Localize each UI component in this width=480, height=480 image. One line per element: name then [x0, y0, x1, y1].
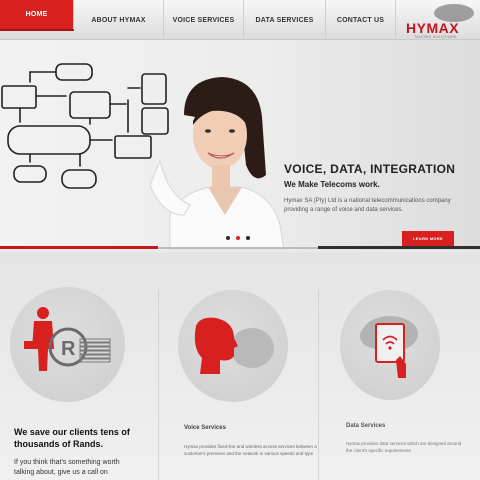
nav-voice-services[interactable]: VOICE SERVICES — [164, 0, 244, 40]
section-divider-gray — [158, 247, 318, 249]
savings-feature-title: We save our clients tens of thousands of… — [14, 427, 130, 449]
slide-dot-1[interactable] — [226, 236, 230, 240]
nav-about-hymax[interactable]: ABOUT HYMAX — [74, 0, 164, 40]
svg-text:R: R — [61, 338, 76, 360]
nav-data-services[interactable]: DATA SERVICES — [244, 0, 326, 40]
savings-icon: R — [24, 307, 111, 371]
logo-wordmark: HYMAX — [406, 20, 460, 36]
voice-services-body: Hymax provides fixed-line and wireless a… — [184, 444, 317, 456]
slider-pagination — [226, 236, 250, 240]
voice-speaking-head-icon — [194, 317, 274, 374]
data-services-body: Hymax provides data services which are d… — [346, 441, 462, 453]
hero-subheadline: We Make Telecoms work. — [284, 180, 380, 189]
savings-feature-body: If you think that's something worth talk… — [14, 459, 120, 476]
data-tablet-wifi-icon — [360, 316, 418, 378]
businesswoman-photo — [150, 77, 285, 250]
hero-headline: VOICE, DATA, INTEGRATION — [284, 162, 456, 176]
top-navigation: HOME ABOUT HYMAX VOICE SERVICES DATA SER… — [0, 0, 480, 40]
voice-services-title[interactable]: Voice Services — [184, 425, 226, 431]
logo-tagline: TALKING SOLUTIONS — [414, 35, 457, 39]
slide-dot-2[interactable] — [236, 236, 240, 240]
hymax-logo[interactable]: HYMAX TALKING SOLUTIONS — [404, 4, 478, 39]
nav-home[interactable]: HOME — [0, 0, 74, 29]
column-separator — [158, 290, 159, 480]
flowchart-illustration — [1, 63, 169, 189]
learn-more-button[interactable]: LEARN MORE — [402, 231, 454, 246]
hero-description: Hymax SA (Pty) Ltd is a national telecom… — [284, 198, 451, 213]
nav-contact-us[interactable]: CONTACT US — [326, 0, 396, 40]
slide-dot-3[interactable] — [246, 236, 250, 240]
section-divider-dark — [318, 246, 480, 249]
section-divider-red — [0, 246, 158, 249]
data-services-title[interactable]: Data Services — [346, 423, 385, 429]
hero-banner: VOICE, DATA, INTEGRATION We Make Telecom… — [0, 40, 480, 250]
